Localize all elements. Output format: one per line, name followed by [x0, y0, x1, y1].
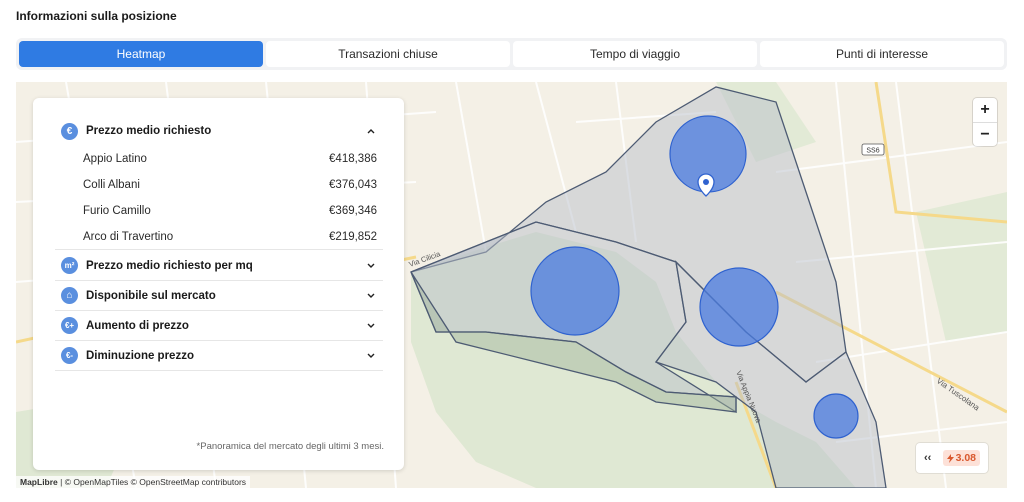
chevron-down-icon: [365, 290, 377, 302]
area-name: Arco di Travertino: [83, 230, 174, 243]
zoom-in-button[interactable]: +: [973, 98, 997, 122]
zoom-out-button[interactable]: −: [973, 122, 997, 146]
section-disponibile: ⌂ Disponibile sul mercato: [55, 281, 383, 311]
collapse-button[interactable]: ‹‹: [924, 452, 931, 464]
score-value: 3.08: [955, 452, 976, 464]
chevron-down-icon: [365, 260, 377, 272]
zoom-control: + −: [973, 98, 997, 146]
tab-bar: Heatmap Transazioni chiuse Tempo di viag…: [16, 38, 1007, 70]
area-name: Appio Latino: [83, 153, 147, 165]
section-aumento: €+ Aumento di prezzo: [55, 311, 383, 341]
area-value: €369,346: [329, 205, 377, 217]
price-list: Appio Latino €418,386 Colli Albani €376,…: [55, 146, 383, 250]
attribution-text: | © OpenMapTiles © OpenStreetMap contrib…: [57, 477, 247, 487]
score-widget: ‹‹ 3.08: [916, 443, 988, 473]
section-diminuzione: €- Diminuzione prezzo: [55, 341, 383, 371]
home-icon: ⌂: [61, 287, 78, 304]
section-label: Prezzo medio richiesto: [86, 125, 212, 137]
section-prezzo-medio: € Prezzo medio richiesto Appio Latino €4…: [55, 116, 383, 250]
area-value: €219,852: [329, 230, 377, 243]
bolt-icon: [946, 453, 954, 463]
chevron-up-icon: [365, 125, 377, 137]
price-up-icon: €+: [61, 317, 78, 334]
area-name: Furio Camillo: [83, 205, 151, 217]
square-meter-icon: m²: [61, 257, 78, 274]
section-header-prezzo-medio[interactable]: € Prezzo medio richiesto: [55, 116, 383, 146]
section-label: Diminuzione prezzo: [86, 349, 194, 362]
price-down-icon: €-: [61, 347, 78, 364]
section-label: Aumento di prezzo: [86, 319, 189, 332]
euro-icon: €: [61, 122, 78, 140]
area-value: €418,386: [329, 153, 377, 165]
section-header-prezzo-per-mq[interactable]: m² Prezzo medio richiesto per mq: [55, 251, 383, 281]
map-attribution: MapLibre | © OpenMapTiles © OpenStreetMa…: [16, 476, 251, 488]
score-badge[interactable]: 3.08: [942, 450, 980, 466]
section-header-diminuzione[interactable]: €- Diminuzione prezzo: [55, 341, 383, 371]
tab-tempo-di-viaggio[interactable]: Tempo di viaggio: [513, 41, 757, 67]
tab-heatmap[interactable]: Heatmap: [19, 41, 263, 67]
list-item: Furio Camillo €369,346: [55, 198, 383, 224]
road-label-ss6: SS6: [866, 148, 879, 155]
chevron-down-icon: [365, 350, 377, 362]
tab-punti-di-interesse[interactable]: Punti di interesse: [760, 41, 1004, 67]
section-header-aumento[interactable]: €+ Aumento di prezzo: [55, 311, 383, 341]
page-title: Informazioni sulla posizione: [16, 9, 177, 23]
area-name: Colli Albani: [83, 179, 140, 191]
area-value: €376,043: [329, 179, 377, 191]
tab-transazioni-chiuse[interactable]: Transazioni chiuse: [266, 41, 510, 67]
section-header-disponibile[interactable]: ⌂ Disponibile sul mercato: [55, 281, 383, 311]
list-item: Colli Albani €376,043: [55, 172, 383, 198]
list-item: Arco di Travertino €219,852: [55, 224, 383, 250]
list-item: Appio Latino €418,386: [55, 146, 383, 172]
chevron-down-icon: [365, 320, 377, 332]
section-prezzo-per-mq: m² Prezzo medio richiesto per mq: [55, 251, 383, 281]
market-panel: € Prezzo medio richiesto Appio Latino €4…: [33, 98, 404, 470]
market-footnote: *Panoramica del mercato degli ultimi 3 m…: [196, 441, 384, 452]
section-label: Prezzo medio richiesto per mq: [86, 259, 253, 272]
maplibre-link[interactable]: MapLibre: [20, 477, 58, 487]
section-label: Disponibile sul mercato: [86, 289, 216, 302]
